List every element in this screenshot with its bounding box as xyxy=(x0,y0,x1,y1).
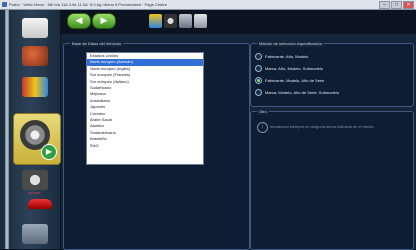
back-button[interactable]: ◀ xyxy=(67,13,91,29)
help-text: Introduzca siempre en ninguna fecha indi… xyxy=(270,124,375,129)
list-item[interactable]: RAG xyxy=(87,143,203,149)
tire-icon[interactable] xyxy=(164,14,177,28)
sidebar: ▶ HUNTER xyxy=(0,10,61,249)
brand-logo[interactable]: HUNTER xyxy=(28,191,52,210)
wheel-menu-item[interactable]: ▶ xyxy=(13,113,61,165)
manual-icon[interactable] xyxy=(22,18,48,38)
app-icon xyxy=(2,2,7,7)
title-bar: Prabo · Vehic Menu · 5th b/a 11A 3.0e 11… xyxy=(0,0,416,10)
help-panel: Otro i Introduzca siempre en ninguna fec… xyxy=(250,108,414,250)
minimize-button[interactable]: – xyxy=(379,1,390,9)
method-option-selected[interactable]: Fabricante, Modelo, Año de Serie xyxy=(255,76,324,84)
brand-label: HUNTER xyxy=(28,191,41,195)
region-listbox[interactable]: Estados Unidos Norte europeo (Alemán) No… xyxy=(86,52,204,165)
method-option[interactable]: Fabricante, Año, Modelo xyxy=(255,52,308,60)
car-logo-icon xyxy=(28,199,52,209)
method-option-label: Marca, Modelo, Año de Serie, Submodelo xyxy=(265,89,340,95)
calibration-icon[interactable] xyxy=(22,46,48,66)
car-icon[interactable] xyxy=(194,14,207,28)
method-option[interactable]: Marca, Modelo, Año de Serie, Submodelo xyxy=(255,88,339,96)
radio-button[interactable] xyxy=(255,64,262,72)
method-option[interactable]: Marca, Año, Modelo, Submodelo xyxy=(255,64,323,72)
close-button[interactable]: ✕ xyxy=(403,1,414,9)
method-option-label: Fabricante, Modelo, Año de Serie xyxy=(265,77,325,83)
radio-button[interactable] xyxy=(255,52,262,60)
tire-cars-icon[interactable] xyxy=(22,77,48,97)
maximize-button[interactable]: □ xyxy=(391,1,402,9)
vehicle-database-legend: Base de Datos del Vehículo xyxy=(70,40,124,47)
method-option-label: Marca, Año, Modelo, Submodelo xyxy=(265,65,324,71)
wrench-icon[interactable] xyxy=(179,14,192,28)
vehicle-database-panel: Base de Datos del Vehículo Estados Unido… xyxy=(63,40,250,250)
content-area: Base de Datos del Vehículo Estados Unido… xyxy=(61,34,416,250)
radio-button[interactable] xyxy=(255,88,262,96)
selection-method-panel: Método de selección especificación Fabri… xyxy=(250,40,414,107)
top-toolbar: ◀ ▶ xyxy=(61,10,416,34)
window-controls: – □ ✕ xyxy=(379,1,414,9)
radio-button-selected[interactable] xyxy=(255,76,262,84)
info-icon: i xyxy=(257,122,268,133)
go-icon: ▶ xyxy=(41,144,57,160)
balance-icon[interactable] xyxy=(22,170,48,190)
tools-icon[interactable] xyxy=(22,224,48,244)
window-title: Prabo · Vehic Menu · 5th b/a 11A 3.0e 11… xyxy=(9,2,167,7)
help-legend: Otro xyxy=(257,108,269,115)
forward-button[interactable]: ▶ xyxy=(92,13,116,29)
selection-method-legend: Método de selección especificación xyxy=(257,40,324,47)
sidebar-rail xyxy=(5,10,9,249)
method-option-label: Fabricante, Año, Modelo xyxy=(265,53,309,59)
person-icon[interactable] xyxy=(149,14,162,28)
